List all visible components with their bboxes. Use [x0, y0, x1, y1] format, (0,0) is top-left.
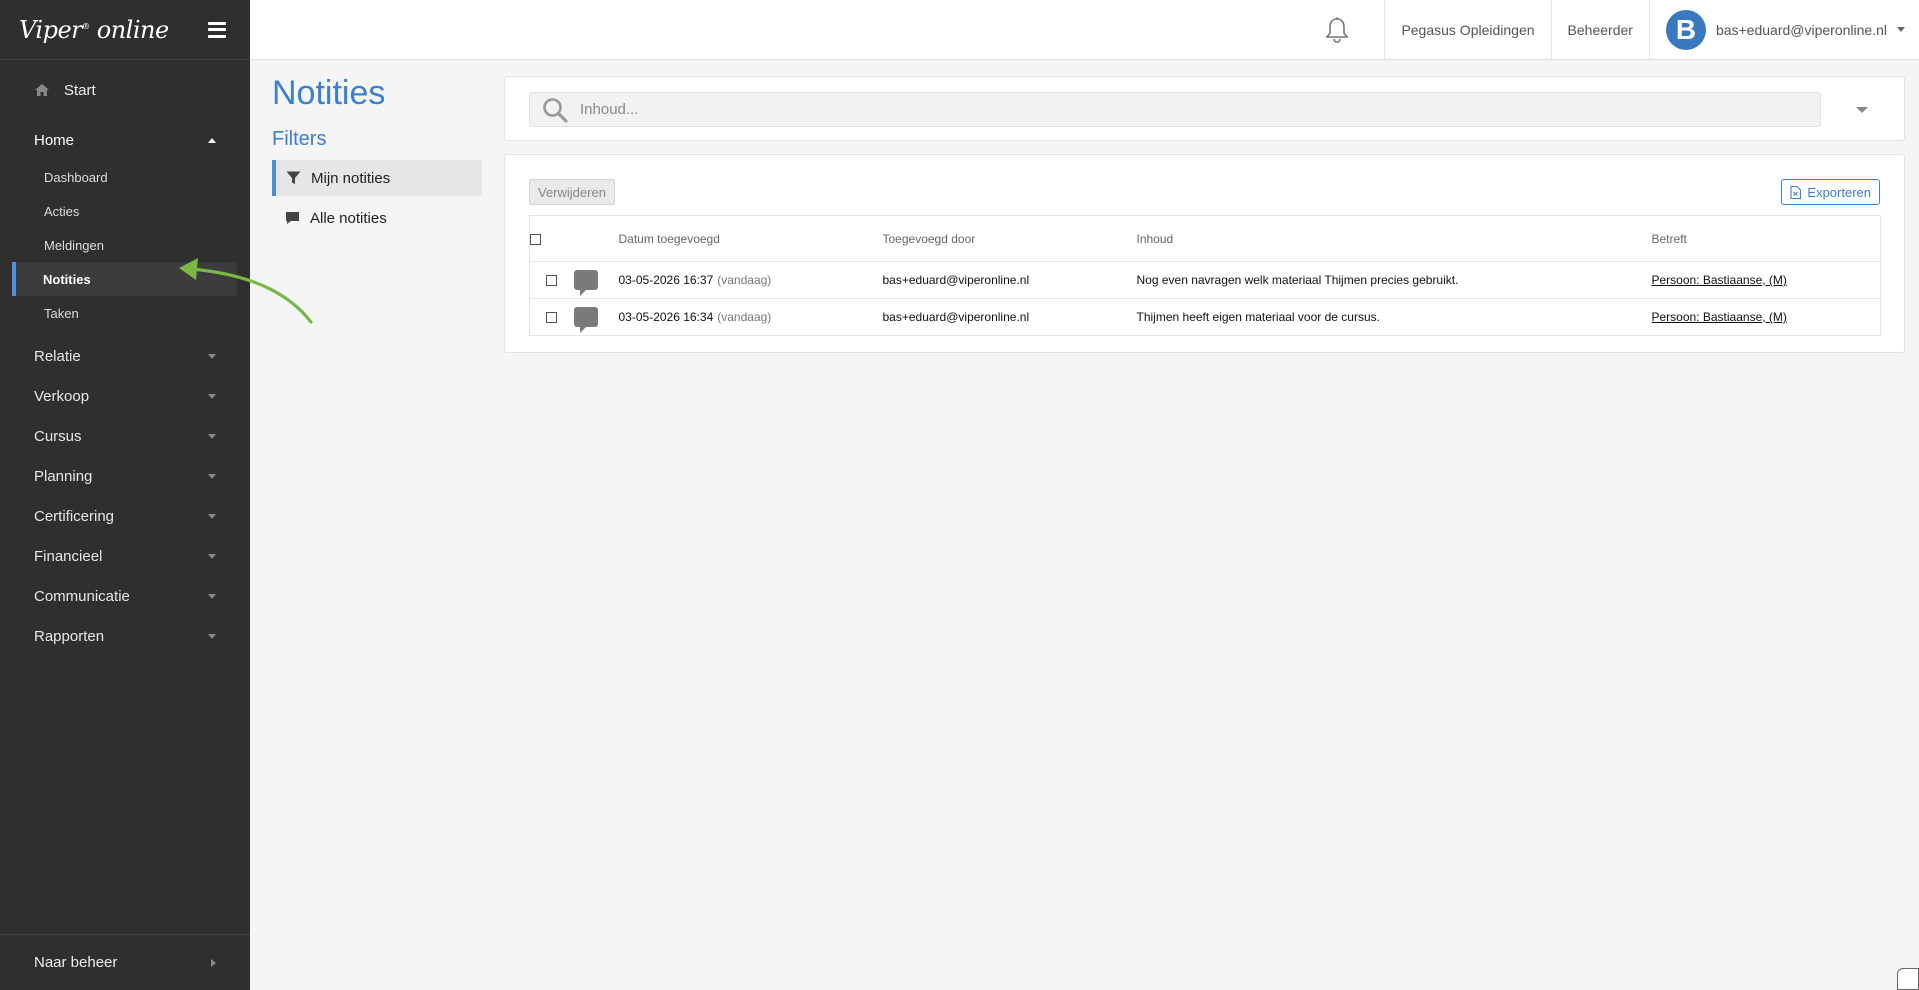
column-header-by[interactable]: Toegevoegd door [882, 215, 1137, 262]
caret-down-icon [208, 553, 216, 559]
note-date: 03-05-2026 16:37 [618, 273, 714, 287]
resize-corner-icon[interactable] [1897, 968, 1919, 990]
note-relative-date: (vandaag) [717, 310, 772, 324]
note-icon [573, 307, 598, 333]
search-input[interactable] [578, 100, 1778, 119]
caret-down-icon [208, 393, 216, 399]
caret-down-icon [208, 353, 216, 359]
sidebar: Viper® online Start Home Dashboard Actie… [0, 0, 250, 990]
notes-panel: Verwijderen Exporteren Datum toegevoegd … [504, 154, 1905, 353]
search-panel [504, 76, 1905, 141]
topbar: Pegasus Opleidingen Beheerder B bas+edua… [250, 0, 1919, 60]
caret-down-icon [208, 433, 216, 439]
user-menu[interactable]: B bas+eduard@viperonline.nl [1648, 0, 1919, 59]
sidebar-section-cursus[interactable]: Cursus [0, 416, 250, 456]
sidebar-section-planning[interactable]: Planning [0, 456, 250, 496]
column-header-content[interactable]: Inhoud [1136, 215, 1652, 262]
sidebar-section-rapporten[interactable]: Rapporten [0, 616, 250, 656]
bell-icon [1325, 16, 1350, 43]
role-menu[interactable]: Beheerder [1550, 0, 1649, 59]
caret-up-icon [208, 137, 216, 143]
notifications-button[interactable] [1290, 0, 1384, 59]
column-header-date[interactable]: Datum toegevoegd [618, 215, 883, 262]
filter-alle-notities[interactable]: Alle notities [272, 200, 482, 236]
export-button[interactable]: Exporteren [1781, 179, 1880, 205]
sidebar-section-financieel[interactable]: Financieel [0, 536, 250, 576]
sidebar-section-verkoop[interactable]: Verkoop [0, 376, 250, 416]
file-export-icon [1790, 185, 1802, 199]
note-date: 03-05-2026 16:34 [618, 310, 714, 324]
delete-button[interactable]: Verwijderen [529, 179, 615, 205]
main-nav: Start Home Dashboard Acties Meldingen No… [0, 60, 250, 656]
naar-beheer-label: Naar beheer [34, 954, 118, 971]
annotation-arrow-icon [179, 258, 313, 324]
menu-toggle-icon[interactable] [208, 21, 226, 38]
user-email: bas+eduard@viperonline.nl [1715, 21, 1887, 38]
notes-table: Datum toegevoegd Toegevoegd door Inhoud … [529, 215, 1881, 336]
caret-down-icon [208, 633, 216, 639]
sidebar-item-dashboard[interactable]: Dashboard [0, 160, 237, 194]
search-box [529, 92, 1821, 127]
sidebar-section-certificering[interactable]: Certificering [0, 496, 250, 536]
chevron-down-icon[interactable] [1856, 107, 1868, 113]
column-header-about[interactable]: Betreft [1651, 215, 1881, 262]
caret-down-icon [208, 513, 216, 519]
viper-online-logo[interactable]: Viper® online [19, 16, 169, 44]
avatar: B [1665, 9, 1706, 50]
note-icon [573, 270, 598, 296]
sidebar-section-relatie[interactable]: Relatie [0, 336, 250, 376]
table-header-row: Datum toegevoegd Toegevoegd door Inhoud … [529, 215, 1881, 262]
sidebar-item-acties[interactable]: Acties [0, 194, 237, 228]
icon-column-header [573, 215, 619, 262]
table-row[interactable]: 03-05-2026 16:34 (vandaag) bas+eduard@vip… [529, 298, 1881, 336]
chevron-down-icon [1897, 27, 1905, 32]
sidebar-item-start[interactable]: Start [0, 60, 250, 120]
row-checkbox[interactable] [546, 312, 558, 324]
filters-heading: Filters [272, 128, 327, 150]
note-subject-link[interactable]: Persoon: Bastiaanse, (M) [1652, 273, 1787, 287]
note-author: bas+eduard@viperonline.nl [882, 298, 1137, 336]
caret-right-icon [211, 958, 216, 967]
sidebar-item-label: Start [64, 81, 96, 99]
search-icon [543, 97, 568, 123]
comment-icon [286, 212, 299, 224]
sidebar-section-home[interactable]: Home [0, 120, 250, 160]
note-content: Thijmen heeft eigen materiaal voor de cu… [1136, 298, 1652, 336]
row-checkbox[interactable] [546, 275, 558, 287]
funnel-icon [286, 171, 301, 184]
note-content: Nog even navragen welk materiaal Thijmen… [1136, 261, 1652, 299]
page-title: Notities [272, 74, 386, 112]
home-icon [35, 84, 49, 96]
naar-beheer-link[interactable]: Naar beheer [0, 934, 250, 990]
sidebar-section-communicatie[interactable]: Communicatie [0, 576, 250, 616]
select-all-checkbox[interactable] [530, 233, 541, 245]
note-subject-link[interactable]: Persoon: Bastiaanse, (M) [1652, 310, 1787, 324]
brand-bar: Viper® online [0, 0, 250, 60]
select-all-cell [529, 215, 574, 262]
caret-down-icon [208, 593, 216, 599]
note-author: bas+eduard@viperonline.nl [882, 261, 1137, 299]
table-row[interactable]: 03-05-2026 16:37 (vandaag) bas+eduard@vip… [529, 261, 1881, 299]
caret-down-icon [208, 473, 216, 479]
filter-mijn-notities[interactable]: Mijn notities [272, 160, 482, 196]
note-relative-date: (vandaag) [717, 273, 772, 287]
organization-switcher[interactable]: Pegasus Opleidingen [1384, 0, 1550, 59]
sidebar-section-label: Home [34, 131, 75, 149]
